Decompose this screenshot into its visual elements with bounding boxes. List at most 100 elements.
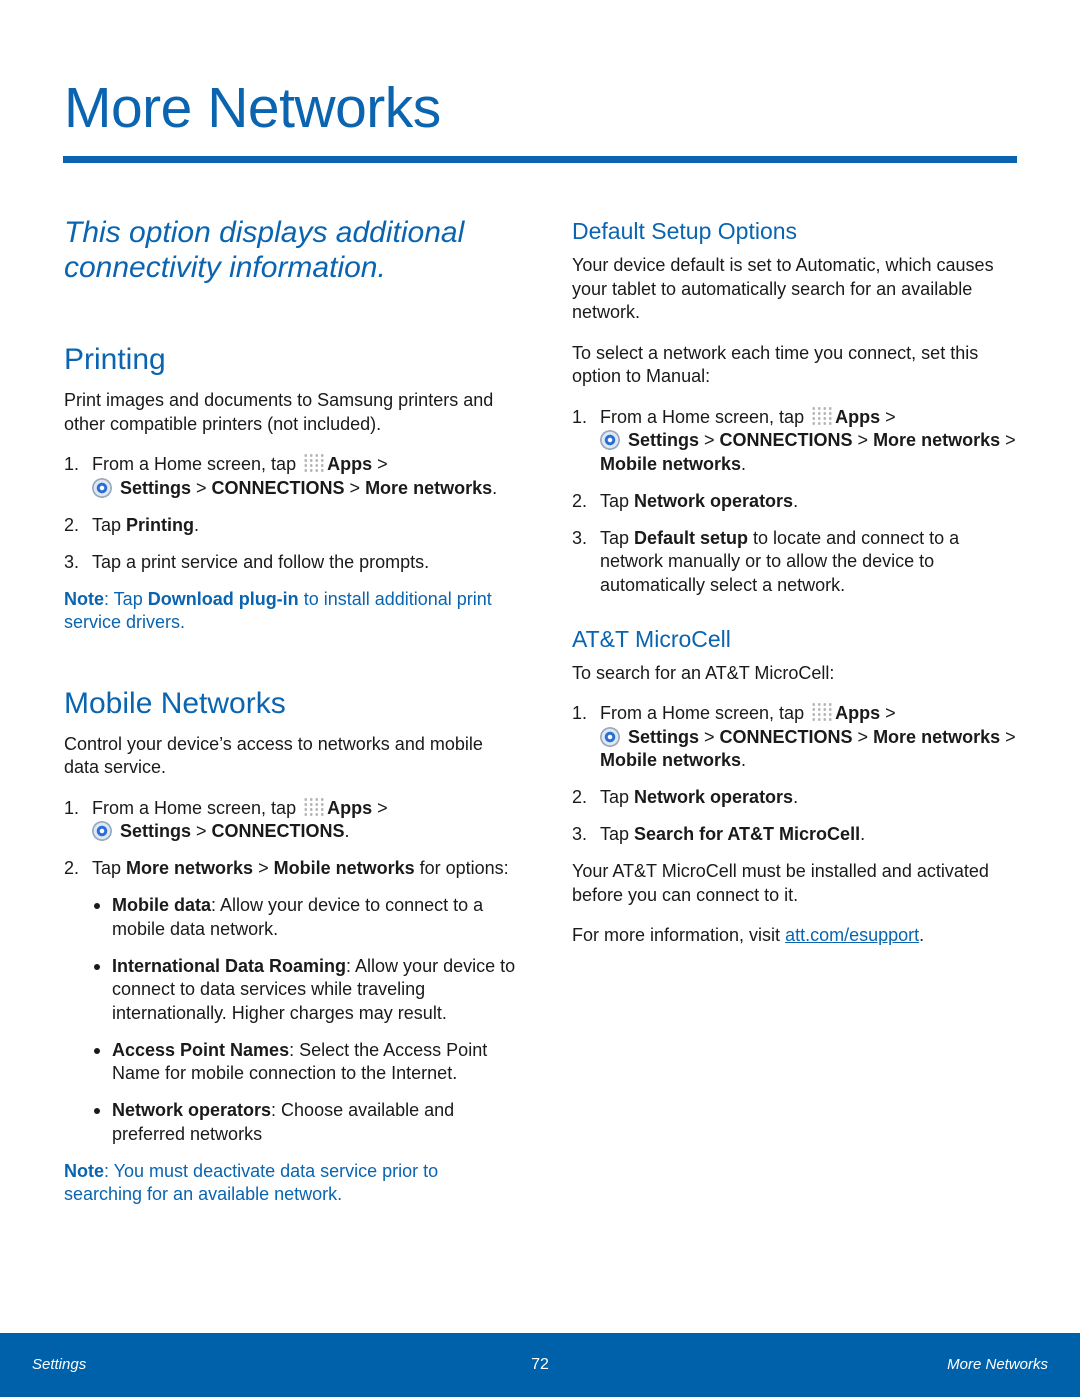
text-run: > <box>1000 430 1016 450</box>
text-run: International Data Roaming <box>112 955 347 976</box>
settings-gear-icon <box>600 430 620 450</box>
step-number: 1. <box>572 406 588 427</box>
apps-grid-icon <box>303 796 326 817</box>
support-link[interactable]: att.com/esupport <box>785 925 919 945</box>
paragraph: Your device default is set to Automatic,… <box>572 254 1022 325</box>
numbered-step: 3. Tap Default setup to locate and connec… <box>572 527 1022 598</box>
text-run: From a Home screen, tap <box>92 454 302 474</box>
text-run: Mobile data <box>112 895 212 915</box>
numbered-step: 1. From a Home screen, tap Apps > Setting… <box>64 453 516 500</box>
step-number: 2. <box>572 787 588 807</box>
step-number: 3. <box>572 527 588 548</box>
numbered-step: 1. From a Home screen, tap Apps > Setting… <box>64 796 516 844</box>
text-run: . <box>741 453 747 474</box>
note-text: Note: Tap Download plug-in to install ad… <box>64 588 516 635</box>
text-run: . <box>741 750 747 770</box>
numbered-step: 3. Tap Search for AT&T MicroCell. <box>572 823 1022 847</box>
manual-page: More Networks This option displays addit… <box>0 0 1080 1397</box>
text-run: : You must deactivate data service prior… <box>64 1160 439 1205</box>
step-number: 2. <box>64 858 80 878</box>
text-run: > <box>699 430 720 450</box>
numbered-step: 2. Tap More networks > Mobile networks fo… <box>64 857 516 881</box>
text-run: Search for AT&T MicroCell <box>634 824 861 844</box>
step-number: 1. <box>64 454 80 474</box>
text-run: To select a network each time you connec… <box>572 342 979 387</box>
bullet-item: International Data Roaming: Allow your d… <box>64 955 516 1026</box>
text-run: Printing <box>126 514 195 535</box>
text-run: Settings <box>120 821 192 841</box>
text-run: CONNECTIONS <box>719 726 853 747</box>
text-run: Apps <box>327 797 373 818</box>
step-number: 2. <box>64 514 80 535</box>
content-columns: This option displays additional connecti… <box>64 215 1080 1207</box>
paragraph: Your AT&T MicroCell must be installed an… <box>572 860 1022 907</box>
text-run: Tap a print service and follow the promp… <box>92 551 430 572</box>
text-run: Default Setup Options <box>572 218 798 244</box>
text-run: Mobile Networks <box>64 686 286 720</box>
text-run: Note <box>64 588 104 609</box>
bullet-icon <box>94 1047 100 1054</box>
paragraph: Print images and documents to Samsung pr… <box>64 389 516 436</box>
subsection-heading: Default Setup Options <box>572 217 1022 245</box>
text-run: Settings <box>628 430 700 450</box>
text-run: Mobile networks <box>600 453 742 474</box>
footer-chapter: More Networks <box>947 1356 1048 1373</box>
page-footer: Settings 72 More Networks <box>0 1333 1080 1397</box>
settings-gear-icon <box>92 821 112 841</box>
text-run: More networks <box>873 430 1001 450</box>
step-number: 3. <box>572 824 588 844</box>
text-run: : Tap <box>104 588 148 609</box>
apps-grid-icon <box>303 453 326 473</box>
text-run: . <box>194 514 200 535</box>
text-run: > <box>191 477 212 498</box>
text-run: This option displays additional connecti… <box>64 216 465 284</box>
step-number: 1. <box>572 703 588 723</box>
settings-gear-icon <box>92 477 112 498</box>
bullet-icon <box>94 1108 100 1114</box>
numbered-step: 3. Tap a print service and follow the pro… <box>64 551 516 575</box>
section-heading: Printing <box>64 342 516 378</box>
bullet-item: Access Point Names: Select the Access Po… <box>64 1039 516 1086</box>
paragraph: To search for an AT&T MicroCell: <box>572 662 1022 686</box>
apps-grid-icon <box>811 405 834 426</box>
bullet-icon <box>94 963 100 970</box>
text-run: . <box>793 490 799 511</box>
apps-grid-icon <box>811 702 834 722</box>
text-run: Your AT&T MicroCell must be installed an… <box>572 861 989 905</box>
text-run: To search for an AT&T MicroCell: <box>572 662 835 683</box>
text-run: Settings <box>628 726 700 747</box>
text-run: From a Home screen, tap <box>92 797 302 818</box>
text-run: Tap <box>600 787 635 807</box>
text-run: . <box>860 824 866 844</box>
numbered-step: 2. Tap Printing. <box>64 514 516 538</box>
text-run: Tap <box>600 490 635 511</box>
text-run: > <box>699 726 720 747</box>
text-run: . <box>492 477 498 498</box>
text-run: > <box>253 858 274 878</box>
text-run: > <box>372 797 388 818</box>
text-run: > <box>852 726 874 747</box>
text-run: for options: <box>414 858 509 878</box>
text-run: Printing <box>64 343 166 376</box>
text-run: Network operators <box>634 490 794 511</box>
text-run: More networks <box>873 726 1001 747</box>
text-run: CONNECTIONS <box>211 477 345 498</box>
text-run: From a Home screen, tap <box>600 703 810 723</box>
numbered-step: 2. Tap Network operators. <box>572 786 1022 810</box>
note-text: Note: You must deactivate data service p… <box>64 1160 516 1207</box>
text-run: Apps <box>835 406 881 427</box>
paragraph: For more information, visit att.com/esup… <box>572 924 1022 948</box>
bullet-icon <box>94 903 100 909</box>
text-run: Tap <box>92 514 127 535</box>
title-divider <box>63 156 1017 163</box>
intro-text: This option displays additional connecti… <box>64 215 516 285</box>
text-run: > <box>880 406 896 427</box>
text-run: > <box>1000 726 1016 747</box>
page-title: More Networks <box>64 76 441 140</box>
bullet-item: Network operators: Choose available and … <box>64 1099 516 1146</box>
text-run: Access Point Names <box>112 1039 290 1060</box>
text-run: Print images and documents to Samsung pr… <box>64 390 494 434</box>
text-run: Network operators <box>112 1100 272 1120</box>
text-run: Tap <box>600 824 635 844</box>
text-run: Download plug-in <box>147 588 299 609</box>
